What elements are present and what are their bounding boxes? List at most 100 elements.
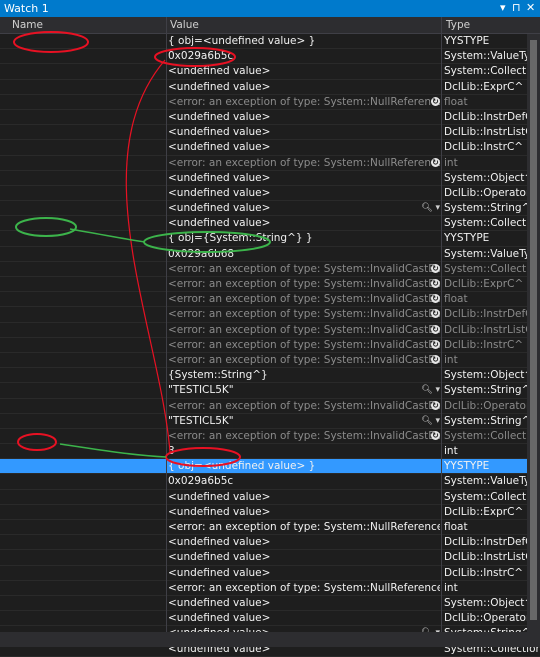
refresh-icon[interactable]: ↻ xyxy=(431,323,440,337)
row-value-cell[interactable]: <error: an exception of type: System::In… xyxy=(168,323,440,337)
text-visualizer-icon[interactable]: 🔍︎ ▾ xyxy=(421,414,440,428)
watch-row[interactable]: -◆obj{System::String^}System::Object^ xyxy=(0,368,540,384)
scrollbar-thumb[interactable] xyxy=(530,40,537,620)
row-value-cell[interactable]: <error: an exception of type: System::Nu… xyxy=(168,95,440,109)
watch-row[interactable]: -◉yyv[3]{ obj={System::String^} }YYSTYPE xyxy=(0,231,540,247)
row-value-cell[interactable]: 3 xyxy=(168,444,440,458)
row-value-cell[interactable]: "TESTICL5K" 🔍︎ ▾ xyxy=(168,414,440,428)
text-visualizer-icon[interactable]: 🔍︎ ▾ xyxy=(421,201,440,215)
row-value-cell[interactable]: { obj=<undefined value> } xyxy=(168,459,440,473)
row-value-cell[interactable]: <undefined value> xyxy=(168,171,440,185)
watch-row[interactable]: int4<error: an exception of type: System… xyxy=(0,581,540,596)
watch-row[interactable]: fp<error: an exception of type: System::… xyxy=(0,292,540,308)
row-value-cell[interactable]: <error: an exception of type: System::In… xyxy=(168,292,440,306)
dropdown-icon[interactable]: ▾ xyxy=(500,1,506,14)
watch-row[interactable]: ◆obj<undefined value>System::Object^ xyxy=(0,171,540,186)
refresh-icon[interactable]: ↻ xyxy=(431,95,440,109)
watch-row[interactable]: operatorR<undefined value>DclLib::Operat… xyxy=(0,186,540,202)
watch-row[interactable]: +System::ValueType^0x029a6b5cSystem::Val… xyxy=(0,49,540,65)
row-value-cell[interactable]: <undefined value> xyxy=(168,216,440,230)
row-value-cell[interactable]: {System::String^} xyxy=(168,368,440,382)
row-value-cell[interactable]: <undefined value> xyxy=(168,505,440,519)
refresh-icon[interactable]: ↻ xyxy=(431,399,440,413)
row-value-cell[interactable]: <undefined value> xyxy=(168,80,440,94)
column-header-type[interactable]: Type xyxy=(446,19,470,31)
watch-row[interactable]: instrDefR<undefined value>DclLib::InstrD… xyxy=(0,110,540,126)
watch-row[interactable]: str<undefined value>🔍︎ ▾System::String^ xyxy=(0,201,540,217)
text-visualizer-icon[interactable]: 🔍︎ ▾ xyxy=(421,383,440,397)
row-value-cell[interactable]: <error: an exception of type: System::In… xyxy=(168,399,440,413)
row-value-cell[interactable]: <undefined value> xyxy=(168,535,440,549)
watch-row[interactable]: stringListR<undefined value>System::Coll… xyxy=(0,216,540,232)
row-value-cell[interactable]: <undefined value> xyxy=(168,611,440,625)
row-value-cell[interactable]: <error: an exception of type: System::In… xyxy=(168,338,440,352)
watch-row[interactable]: fp<error: an exception of type: System::… xyxy=(0,95,540,110)
watch-row[interactable]: ◆System::String^"TESTICL5K"🔍︎ ▾System::S… xyxy=(0,383,540,399)
watch-row[interactable]: -◉yyv[0]{ obj=<undefined value> }YYSTYPE xyxy=(0,459,540,475)
refresh-icon[interactable]: ↻ xyxy=(431,307,440,321)
row-value-cell[interactable]: <error: an exception of type: System::In… xyxy=(168,353,440,367)
row-value-cell[interactable]: <undefined value> xyxy=(168,140,440,154)
close-icon[interactable]: ✕ xyxy=(526,1,535,14)
watch-row[interactable]: instrR<undefined value>DclLib::InstrC^ xyxy=(0,566,540,581)
watch-row[interactable]: exprListR<undefined value>System::Collec… xyxy=(0,490,540,505)
watch-row[interactable]: exprListR<undefined value>System::Collec… xyxy=(0,64,540,80)
row-value-cell[interactable]: <undefined value> xyxy=(168,64,440,78)
watch-row[interactable]: ◆4-13int xyxy=(0,444,540,460)
row-value-cell[interactable]: <undefined value> xyxy=(168,186,440,200)
row-value-cell[interactable]: <error: an exception of type: System::Nu… xyxy=(168,520,440,534)
refresh-icon[interactable]: ↻ xyxy=(431,156,440,170)
refresh-icon[interactable]: ↻ xyxy=(431,353,440,367)
watch-row[interactable]: instrDefR<undefined value>DclLib::InstrD… xyxy=(0,535,540,551)
watch-row[interactable]: instrListR<undefined value>DclLib::Instr… xyxy=(0,550,540,566)
watch-row[interactable]: operatorR<undefined value>DclLib::Operat… xyxy=(0,611,540,627)
watch-row[interactable]: int4<error: an exception of type: System… xyxy=(0,156,540,171)
watch-row[interactable]: +System::ValueType^0x029a6b5cSystem::Val… xyxy=(0,474,540,490)
pin-icon[interactable]: ⊓ xyxy=(512,1,521,14)
column-header-name[interactable]: Name xyxy=(12,19,43,31)
watch-row[interactable]: str"TESTICL5K"🔍︎ ▾System::String^ xyxy=(0,414,540,429)
watch-row[interactable]: +instrR<error: an exception of type: Sys… xyxy=(0,338,540,353)
refresh-icon[interactable]: ↻ xyxy=(431,292,440,306)
row-value-cell[interactable]: <error: an exception of type: System::Nu… xyxy=(168,581,440,595)
watch-row[interactable]: fp<error: an exception of type: System::… xyxy=(0,520,540,536)
row-value-cell[interactable]: <undefined value> xyxy=(168,125,440,139)
row-value-cell[interactable]: { obj={System::String^} } xyxy=(168,231,440,245)
watch-row[interactable]: +System::ValueType^0x029a6b68System::Val… xyxy=(0,247,540,262)
row-value-cell[interactable]: 0x029a6b5c xyxy=(168,474,440,488)
watch-row[interactable]: +instrListR<error: an exception of type:… xyxy=(0,323,540,338)
row-value-cell[interactable]: <error: an exception of type: System::In… xyxy=(168,262,440,276)
watch-row[interactable]: +stringListR<error: an exception of type… xyxy=(0,429,540,445)
row-value-cell[interactable]: 0x029a6b5c xyxy=(168,49,440,63)
watch-row[interactable]: +operatorR<error: an exception of type: … xyxy=(0,399,540,414)
watch-row[interactable]: instrR<undefined value>DclLib::InstrC^ xyxy=(0,140,540,156)
row-value-cell[interactable]: <error: an exception of type: System::In… xyxy=(168,307,440,321)
row-value-cell[interactable]: "TESTICL5K" 🔍︎ ▾ xyxy=(168,383,440,397)
refresh-icon[interactable]: ↻ xyxy=(431,429,440,443)
refresh-icon[interactable]: ↻ xyxy=(431,338,440,352)
row-value-cell[interactable]: <undefined value> xyxy=(168,550,440,564)
watch-row[interactable]: +instrDefR<error: an exception of type: … xyxy=(0,307,540,323)
refresh-icon[interactable]: ↻ xyxy=(431,277,440,291)
watch-row[interactable]: +exprListR<error: an exception of type: … xyxy=(0,262,540,277)
row-value-cell[interactable]: 0x029a6b68 xyxy=(168,247,440,261)
column-header-value[interactable]: Value xyxy=(170,19,199,31)
watch-row[interactable]: ◆obj<undefined value>System::Object^ xyxy=(0,596,540,612)
watch-row[interactable]: exprR<undefined value>DclLib::ExprC^ xyxy=(0,505,540,520)
vertical-scrollbar[interactable] xyxy=(527,34,540,632)
row-value-cell[interactable]: <undefined value> xyxy=(168,490,440,504)
watch-row[interactable]: exprR<undefined value>DclLib::ExprC^ xyxy=(0,80,540,95)
refresh-icon[interactable]: ↻ xyxy=(431,262,440,276)
watch-row[interactable]: instrListR<undefined value>DclLib::Instr… xyxy=(0,125,540,141)
watch-row[interactable]: int4<error: an exception of type: System… xyxy=(0,353,540,369)
row-value-cell[interactable]: <undefined value> 🔍︎ ▾ xyxy=(168,201,440,215)
row-value-cell[interactable]: <error: an exception of type: System::In… xyxy=(168,429,440,443)
row-value-cell[interactable]: <error: an exception of type: System::Nu… xyxy=(168,156,440,170)
row-value-cell[interactable]: { obj=<undefined value> } xyxy=(168,34,440,48)
watch-row[interactable]: -◉yyv[4-1]{ obj=<undefined value> }YYSTY… xyxy=(0,34,540,50)
row-value-cell[interactable]: <error: an exception of type: System::In… xyxy=(168,277,440,291)
watch-row[interactable]: +exprR<error: an exception of type: Syst… xyxy=(0,277,540,293)
row-value-cell[interactable]: <undefined value> xyxy=(168,110,440,124)
row-value-cell[interactable]: <undefined value> xyxy=(168,596,440,610)
row-value-cell[interactable]: <undefined value> xyxy=(168,566,440,580)
